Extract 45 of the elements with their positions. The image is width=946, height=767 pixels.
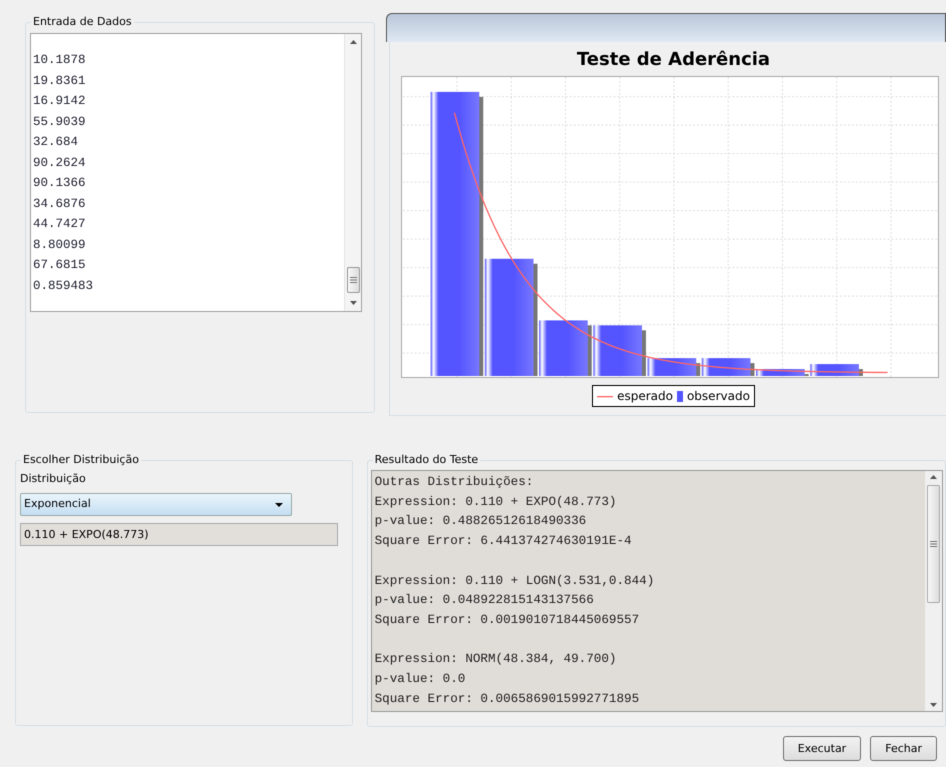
legend-label: observado <box>686 388 750 405</box>
scroll-up-icon[interactable] <box>350 40 356 44</box>
data-value: 10.1878 <box>33 53 86 67</box>
data-value: 44.7427 <box>33 217 86 231</box>
result-line: Expression: 0.110 + LOGN(3.531,0.844) <box>374 574 654 588</box>
legend-label: esperado <box>617 388 673 405</box>
result-line: p-value: 0.048922815143137566 <box>374 593 594 608</box>
scrollbar[interactable] <box>344 34 361 311</box>
data-value: 67.6815 <box>33 258 86 272</box>
data-value: 90.2624 <box>33 156 86 170</box>
histogram-bar <box>539 320 592 376</box>
data-value: 0.859483 <box>33 278 94 292</box>
data-value: 90.1366 <box>33 176 86 190</box>
data-value: 8.80099 <box>33 238 86 252</box>
data-value: 16.9142 <box>33 94 86 108</box>
chart-title: Teste de Aderência <box>576 49 770 70</box>
result-line: Expression: 0.110 + EXPO(48.773) <box>374 494 616 509</box>
result-line: p-value: 0.0 <box>374 672 466 686</box>
scroll-thumb[interactable] <box>346 267 360 293</box>
action-button[interactable]: Executar <box>782 736 862 761</box>
result-line: p-value: 0.48826512618490336 <box>374 514 586 528</box>
scroll-thumb[interactable] <box>927 485 940 603</box>
data-value: 32.684 <box>33 135 78 149</box>
histogram-bar <box>702 358 754 376</box>
histogram-bar <box>648 358 700 376</box>
distribution-dropdown[interactable]: Exponencial <box>20 493 292 516</box>
result-line: Outras Distribuições: <box>374 475 534 489</box>
data-list[interactable]: 10.1878 19.8361 16.9142 55.9039 32.684 90.2624 90.1366 34.6876 44.7427 8.80099 67.6815 0.859483 <box>30 33 362 312</box>
result-line: Square Error: 0.0019010718445069557 <box>374 612 640 627</box>
result-line: Square Error: 0.0065869015992771895 <box>374 692 640 706</box>
histogram-bar <box>593 325 646 376</box>
result-line: Expression: NORM(48.384, 49.700) <box>374 652 616 666</box>
scroll-up-icon[interactable] <box>930 475 937 479</box>
data-value: 34.6876 <box>33 196 86 210</box>
data-value: 19.8361 <box>33 74 86 88</box>
caret-icon <box>275 502 283 506</box>
scrollbar[interactable] <box>925 471 942 711</box>
panel-title: Escolher Distribuição <box>21 453 141 467</box>
scroll-down-icon[interactable] <box>930 703 937 707</box>
result-line: Square Error: 6.441374274630191E-4 <box>374 534 632 548</box>
data-value: 55.9039 <box>33 114 86 128</box>
scroll-down-icon[interactable] <box>350 301 356 305</box>
expression-field[interactable]: 0.110 + EXPO(48.773) <box>20 523 338 546</box>
action-button[interactable]: Fechar <box>870 736 937 761</box>
field-label: Distribuição <box>20 471 86 487</box>
